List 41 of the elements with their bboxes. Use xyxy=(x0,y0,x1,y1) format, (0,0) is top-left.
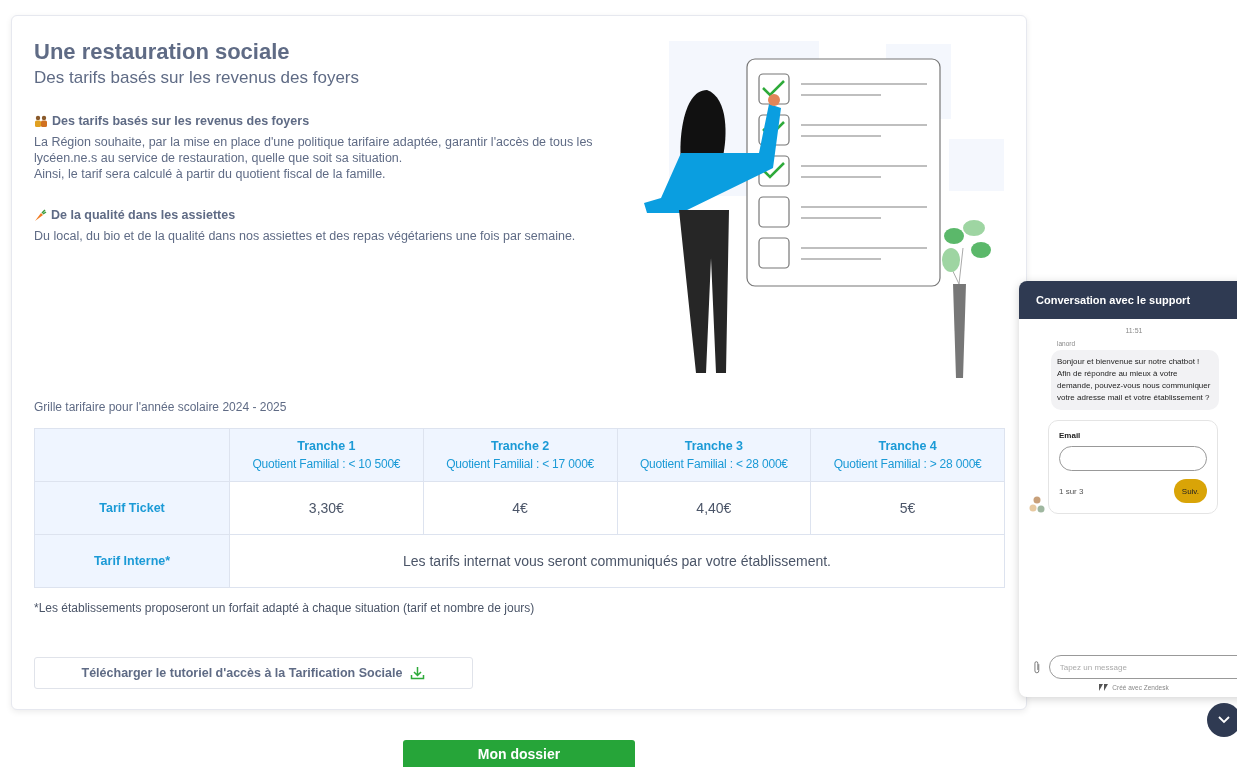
column-title: Tranche 2 xyxy=(489,438,551,453)
download-button[interactable]: Télécharger le tutoriel d'accès à la Tarification Sociale xyxy=(34,656,473,689)
column-subtitle: Quotient Familial : > 28 000€ xyxy=(832,456,983,471)
step-counter: 1 sur 3 xyxy=(1059,486,1084,496)
table-cell: 3,30€ xyxy=(229,481,424,534)
table-caption: Grille tarifaire pour l'année scolaire 2024 - 2025 xyxy=(34,399,288,414)
column-subtitle: Quotient Familial : < 10 500€ xyxy=(251,456,402,471)
zendesk-logo-icon xyxy=(1099,684,1109,691)
table-cell: 4€ xyxy=(423,481,617,534)
chat-message: Bonjour et bienvenue sur notre chatbot ! Afin de répondre au mieux à votre demande, pouvez-vous nous communiquer votre adresse mail et votre établissement ? xyxy=(1051,350,1219,410)
carrot-icon xyxy=(34,208,47,222)
message-input-field[interactable]: Tapez un message xyxy=(1048,655,1237,679)
table-cell: 4,40€ xyxy=(617,481,811,534)
column-title: Tranche 3 xyxy=(683,438,745,453)
column-subtitle: Quotient Familial : < 17 000€ xyxy=(445,456,596,471)
table-cell: Les tarifs internat vous seront communiqués par votre établissement. xyxy=(229,534,1005,587)
chat-title: Conversation avec le support xyxy=(1019,281,1237,319)
attachment-icon[interactable] xyxy=(1033,659,1041,675)
page-title: Une restauration sociale xyxy=(34,38,291,66)
row-header-cell: Tarif Interne* xyxy=(34,534,230,587)
scroll-down-button[interactable] xyxy=(1207,703,1237,737)
table-cell: 5€ xyxy=(810,481,1005,534)
footnote: *Les établissements proposeront un forfait adapté à chaque situation (tarif et nombre de jours) xyxy=(34,600,536,615)
section-text: Ainsi, le tarif sera calculé à partir du quotient fiscal de la famille. xyxy=(34,166,387,182)
column-title: Tranche 4 xyxy=(877,438,938,453)
section-heading: Des tarifs basés sur les revenus des foyers xyxy=(52,114,310,128)
chevron-down-icon xyxy=(1218,716,1230,724)
primary-button[interactable]: Mon dossier xyxy=(403,740,635,767)
page-subtitle: Des tarifs basés sur les revenus des foyers xyxy=(34,68,361,88)
download-icon xyxy=(410,665,426,680)
column-subtitle: Quotient Familial : < 28 000€ xyxy=(638,456,789,471)
section-text: Du local, du bio et de la qualité dans nos assiettes et des repas végétariens une fois par semaine. xyxy=(34,228,577,244)
field-label: Email xyxy=(1059,431,1082,440)
section-text: La Région souhaite, par la mise en place d'une politique tarifaire adaptée, garantir l'accès de tous les lycéen.ne.s au service de restauration, quelle que soit sa situation. xyxy=(34,134,594,166)
section-heading: De la qualité dans les assiettes xyxy=(51,208,236,222)
row-header-cell: Tarif Ticket xyxy=(34,481,230,534)
family-icon xyxy=(34,115,48,127)
email-input-field[interactable] xyxy=(1059,446,1207,471)
avatar-icon xyxy=(1029,496,1045,514)
next-button[interactable]: Suiv. xyxy=(1173,479,1207,503)
column-title: Tranche 1 xyxy=(296,438,357,453)
